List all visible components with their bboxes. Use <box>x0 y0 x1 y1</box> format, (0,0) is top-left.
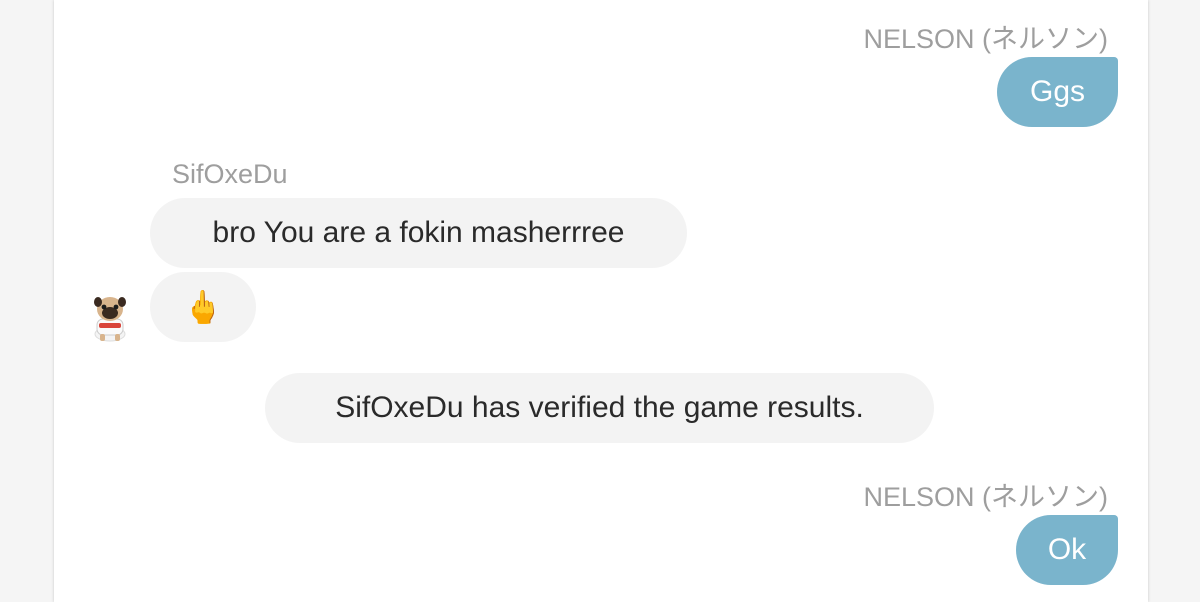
message-bubble-outgoing[interactable]: Ggs <box>997 57 1118 127</box>
message-bubble-incoming[interactable]: bro You are a fokin masherrree <box>150 198 687 268</box>
sender-name-nelson: NELSON (ネルソン) <box>863 24 1108 54</box>
pug-avatar-icon[interactable] <box>88 294 132 342</box>
sender-name-sifoxedu: SifOxeDu <box>172 159 288 189</box>
message-bubble-emoji[interactable]: 🖕 <box>150 272 256 342</box>
message-bubble-outgoing[interactable]: Ok <box>1016 515 1118 585</box>
system-notice-verified: SifOxeDu has verified the game results. <box>265 373 934 443</box>
sender-name-nelson: NELSON (ネルソン) <box>863 482 1108 512</box>
